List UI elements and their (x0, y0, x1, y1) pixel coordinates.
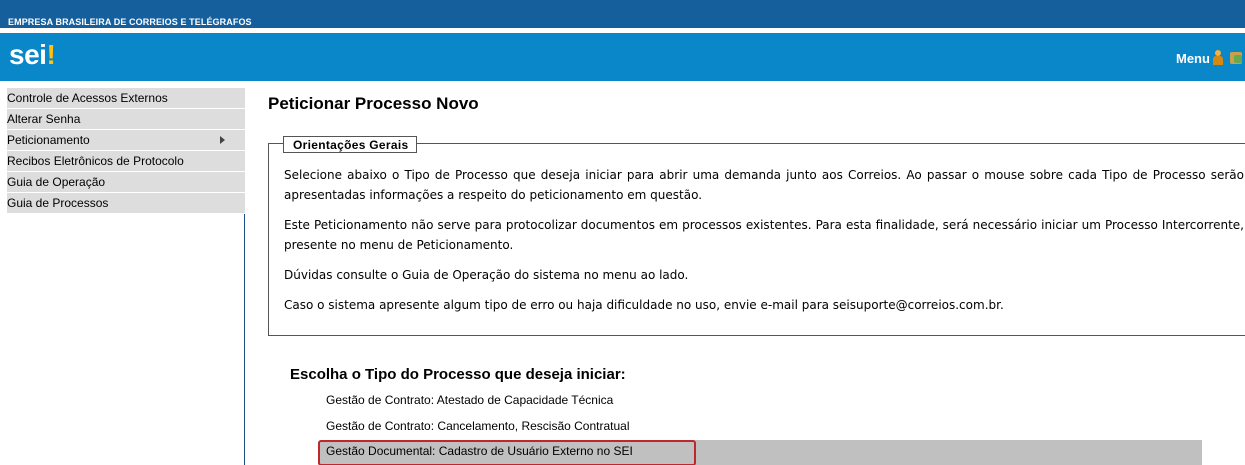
sidebar-menu: Controle de Acessos Externos Alterar Sen… (7, 88, 245, 465)
organization-name: EMPRESA BRASILEIRA DE CORREIOS E TELÉGRA… (8, 17, 252, 27)
process-type-label: Gestão Documental: Cadastro de Usuário E… (326, 444, 633, 458)
sidebar-item-recibos[interactable]: Recibos Eletrônicos de Protocolo (7, 151, 245, 172)
process-type-link-highlighted[interactable]: Gestão Documental: Cadastro de Usuário E… (318, 440, 1202, 465)
sidebar-item-guia-operacao[interactable]: Guia de Operação (7, 172, 245, 193)
top-bar: EMPRESA BRASILEIRA DE CORREIOS E TELÉGRA… (0, 0, 1245, 28)
sidebar-item-controle-acessos[interactable]: Controle de Acessos Externos (7, 88, 245, 109)
sidebar-item-label: Recibos Eletrônicos de Protocolo (7, 154, 184, 168)
logo-text: sei (9, 39, 47, 70)
user-icon[interactable] (1212, 50, 1224, 66)
sidebar-item-label: Controle de Acessos Externos (7, 91, 168, 105)
guideline-paragraph: Dúvidas consulte o Guia de Operação do s… (284, 268, 689, 282)
sidebar-item-label: Guia de Processos (7, 196, 109, 210)
menu-link[interactable]: Menu (1176, 51, 1210, 66)
process-type-heading: Escolha o Tipo do Processo que deseja in… (290, 366, 626, 383)
logout-icon[interactable] (1228, 49, 1245, 67)
sidebar-item-guia-processos[interactable]: Guia de Processos (7, 193, 245, 214)
sidebar-item-alterar-senha[interactable]: Alterar Senha (7, 109, 245, 130)
chevron-right-icon (220, 136, 225, 144)
process-type-label: Gestão de Contrato: Cancelamento, Rescis… (326, 419, 630, 433)
guidelines-legend: Orientações Gerais (283, 136, 418, 153)
guideline-paragraph: Selecione abaixo o Tipo de Processo que … (284, 168, 1244, 202)
sidebar-item-label: Guia de Operação (7, 175, 106, 189)
sidebar-item-label: Peticionamento (7, 133, 90, 147)
guideline-paragraph: Caso o sistema apresente algum tipo de e… (284, 298, 1004, 312)
page-title: Peticionar Processo Novo (268, 94, 479, 113)
sei-logo[interactable]: sei! (9, 39, 56, 71)
process-type-label: Gestão de Contrato: Atestado de Capacida… (326, 393, 614, 407)
guideline-paragraph: Este Peticionamento não serve para proto… (284, 218, 1244, 252)
sidebar-item-peticionamento[interactable]: Peticionamento (7, 130, 245, 151)
sidebar-item-label: Alterar Senha (7, 112, 81, 126)
logo-mark: ! (46, 39, 56, 70)
brand-bar: sei! Menu (0, 33, 1245, 81)
